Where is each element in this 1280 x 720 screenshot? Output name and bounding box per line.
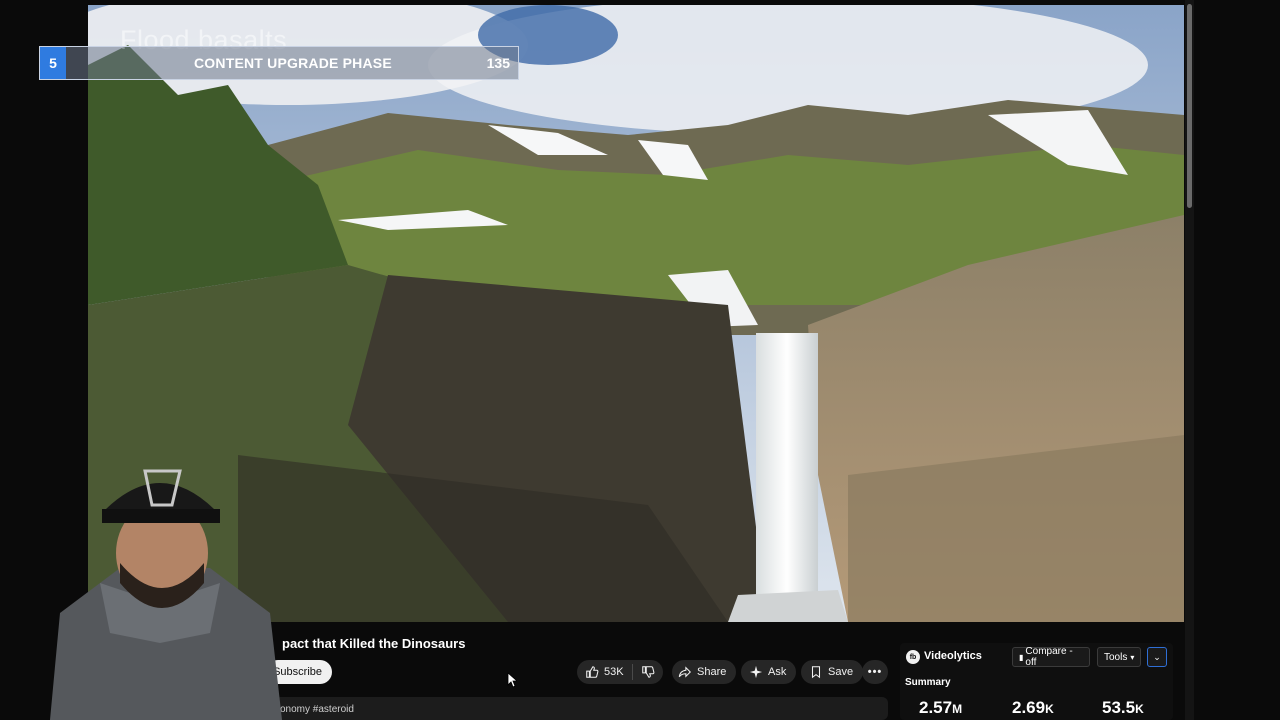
page-scrollbar[interactable] [1185, 0, 1194, 720]
videolytics-logo-icon: fb [906, 650, 920, 664]
phase-number: 5 [40, 47, 66, 79]
mouse-cursor-icon [507, 672, 517, 688]
sparkle-icon [749, 665, 763, 679]
ask-label: Ask [768, 666, 787, 678]
likes-stat: 53.5K [1102, 698, 1144, 718]
more-actions-button[interactable]: ••• [862, 660, 888, 684]
comments-value: 2.69 [1012, 698, 1046, 717]
thumbs-up-icon [585, 665, 599, 679]
views-stat: 2.57M [919, 698, 962, 718]
like-dislike-group: 53K [577, 660, 663, 684]
summary-heading: Summary [905, 677, 951, 688]
description-tags[interactable]: onomy #asteroid [280, 704, 354, 715]
views-unit: M [952, 702, 963, 716]
tools-label: Tools [1104, 651, 1128, 663]
description-box[interactable] [270, 697, 888, 720]
chevron-down-icon: ⌄ [1153, 651, 1161, 662]
bookmark-icon [809, 665, 823, 679]
screen: Flood basalts 5 CONTENT UPGRADE PHASE 13… [0, 0, 1280, 720]
streamer-person-image [50, 469, 282, 720]
like-count: 53K [604, 666, 624, 678]
chevron-down-icon: ▾ [1130, 652, 1135, 662]
videolytics-panel: fb Videolytics ▮ Compare - off Tools ▾ ⌄… [900, 643, 1173, 720]
compare-toggle-button[interactable]: ▮ Compare - off [1012, 646, 1090, 668]
streamer-webcam [40, 463, 282, 720]
comments-unit: K [1045, 702, 1054, 716]
share-label: Share [697, 666, 727, 678]
ask-button[interactable]: Ask [741, 660, 797, 684]
bar-chart-icon: ▮ [1019, 652, 1024, 662]
like-button[interactable]: 53K [585, 664, 633, 680]
comments-stat: 2.69K [1012, 698, 1054, 718]
phase-count: 135 [486, 55, 510, 71]
thumbs-down-icon [641, 665, 655, 679]
likes-value: 53.5 [1102, 698, 1136, 717]
phase-title: CONTENT UPGRADE PHASE [194, 55, 392, 71]
share-button[interactable]: Share [672, 660, 737, 684]
views-value: 2.57 [919, 698, 953, 717]
save-button[interactable]: Save [801, 660, 864, 684]
video-title: pact that Killed the Dinosaurs [282, 636, 466, 651]
likes-unit: K [1135, 702, 1144, 716]
collapse-panel-button[interactable]: ⌄ [1147, 647, 1167, 667]
compare-label: Compare - off [1025, 646, 1073, 668]
save-label: Save [828, 666, 854, 678]
dislike-button[interactable] [633, 665, 663, 679]
content-phase-banner: 5 CONTENT UPGRADE PHASE 135 [39, 46, 519, 80]
share-arrow-icon [678, 665, 692, 679]
tools-dropdown[interactable]: Tools ▾ [1097, 647, 1141, 667]
videolytics-name: Videolytics [924, 650, 982, 662]
scrollbar-thumb[interactable] [1187, 4, 1192, 208]
